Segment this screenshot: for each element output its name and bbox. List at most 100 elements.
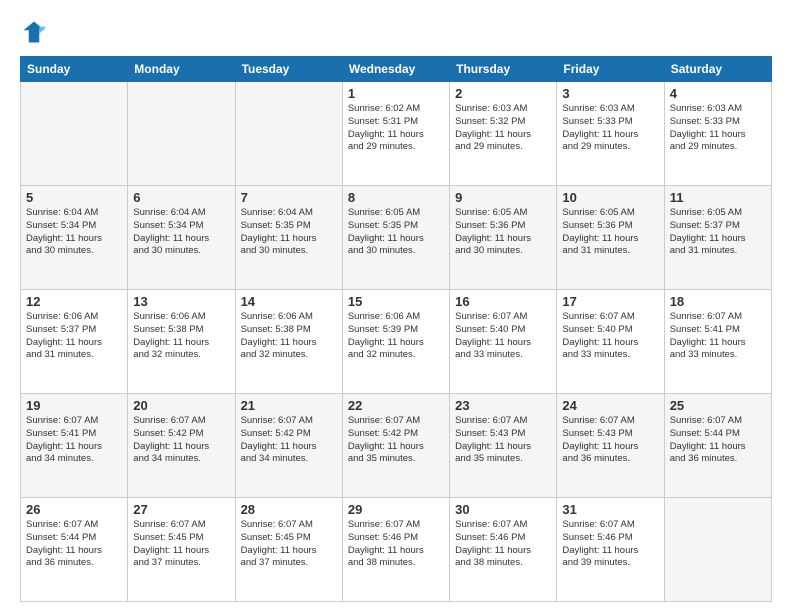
day-info: Sunrise: 6:06 AM Sunset: 5:38 PM Dayligh…: [133, 311, 229, 362]
day-number: 28: [241, 502, 337, 517]
calendar-header-row: SundayMondayTuesdayWednesdayThursdayFrid…: [21, 57, 772, 82]
day-number: 27: [133, 502, 229, 517]
day-info: Sunrise: 6:07 AM Sunset: 5:44 PM Dayligh…: [26, 519, 122, 570]
day-info: Sunrise: 6:07 AM Sunset: 5:40 PM Dayligh…: [455, 311, 551, 362]
day-number: 22: [348, 398, 444, 413]
day-info: Sunrise: 6:07 AM Sunset: 5:43 PM Dayligh…: [455, 415, 551, 466]
calendar-day-cell: 5Sunrise: 6:04 AM Sunset: 5:34 PM Daylig…: [21, 186, 128, 290]
day-of-week-header: Sunday: [21, 57, 128, 82]
day-info: Sunrise: 6:07 AM Sunset: 5:41 PM Dayligh…: [26, 415, 122, 466]
day-number: 4: [670, 86, 766, 101]
calendar-day-cell: [664, 498, 771, 602]
day-info: Sunrise: 6:04 AM Sunset: 5:34 PM Dayligh…: [26, 207, 122, 258]
logo-icon: [20, 18, 48, 46]
day-number: 19: [26, 398, 122, 413]
day-of-week-header: Friday: [557, 57, 664, 82]
day-number: 26: [26, 502, 122, 517]
day-number: 20: [133, 398, 229, 413]
calendar-day-cell: 9 Sunrise: 6:05 AM Sunset: 5:36 PM Daylig…: [450, 186, 557, 290]
day-info: Sunrise: 6:07 AM Sunset: 5:42 PM Dayligh…: [241, 415, 337, 466]
day-number: 24: [562, 398, 658, 413]
day-number: 9: [455, 190, 551, 205]
day-info: Sunrise: 6:07 AM Sunset: 5:44 PM Dayligh…: [670, 415, 766, 466]
day-info: Sunrise: 6:03 AM Sunset: 5:33 PM Dayligh…: [562, 103, 658, 154]
day-number: 25: [670, 398, 766, 413]
day-number: 16: [455, 294, 551, 309]
calendar-day-cell: 16 Sunrise: 6:07 AM Sunset: 5:40 PM Dayli…: [450, 290, 557, 394]
day-info: Sunrise: 6:06 AM Sunset: 5:38 PM Dayligh…: [241, 311, 337, 362]
calendar-week-row: 26 Sunrise: 6:07 AM Sunset: 5:44 PM Dayli…: [21, 498, 772, 602]
calendar-day-cell: 12Sunrise: 6:06 AM Sunset: 5:37 PM Dayli…: [21, 290, 128, 394]
calendar-week-row: 1Sunrise: 6:02 AM Sunset: 5:31 PM Daylig…: [21, 82, 772, 186]
calendar-day-cell: 22 Sunrise: 6:07 AM Sunset: 5:42 PM Dayli…: [342, 394, 449, 498]
day-number: 17: [562, 294, 658, 309]
calendar-day-cell: 24Sunrise: 6:07 AM Sunset: 5:43 PM Dayli…: [557, 394, 664, 498]
day-info: Sunrise: 6:07 AM Sunset: 5:41 PM Dayligh…: [670, 311, 766, 362]
calendar-day-cell: 31Sunrise: 6:07 AM Sunset: 5:46 PM Dayli…: [557, 498, 664, 602]
header: [20, 18, 772, 46]
calendar-day-cell: 19 Sunrise: 6:07 AM Sunset: 5:41 PM Dayli…: [21, 394, 128, 498]
calendar-day-cell: 18 Sunrise: 6:07 AM Sunset: 5:41 PM Dayli…: [664, 290, 771, 394]
day-number: 11: [670, 190, 766, 205]
calendar-day-cell: 11 Sunrise: 6:05 AM Sunset: 5:37 PM Dayli…: [664, 186, 771, 290]
day-of-week-header: Monday: [128, 57, 235, 82]
day-number: 18: [670, 294, 766, 309]
day-number: 7: [241, 190, 337, 205]
day-number: 2: [455, 86, 551, 101]
day-info: Sunrise: 6:04 AM Sunset: 5:35 PM Dayligh…: [241, 207, 337, 258]
day-number: 10: [562, 190, 658, 205]
day-info: Sunrise: 6:07 AM Sunset: 5:46 PM Dayligh…: [348, 519, 444, 570]
day-of-week-header: Wednesday: [342, 57, 449, 82]
calendar-day-cell: 13Sunrise: 6:06 AM Sunset: 5:38 PM Dayli…: [128, 290, 235, 394]
calendar-day-cell: 7 Sunrise: 6:04 AM Sunset: 5:35 PM Daylig…: [235, 186, 342, 290]
day-of-week-header: Tuesday: [235, 57, 342, 82]
day-info: Sunrise: 6:07 AM Sunset: 5:45 PM Dayligh…: [241, 519, 337, 570]
calendar-table: SundayMondayTuesdayWednesdayThursdayFrid…: [20, 56, 772, 602]
calendar-day-cell: 20 Sunrise: 6:07 AM Sunset: 5:42 PM Dayli…: [128, 394, 235, 498]
day-info: Sunrise: 6:07 AM Sunset: 5:46 PM Dayligh…: [455, 519, 551, 570]
day-number: 6: [133, 190, 229, 205]
day-info: Sunrise: 6:03 AM Sunset: 5:32 PM Dayligh…: [455, 103, 551, 154]
calendar-day-cell: 6 Sunrise: 6:04 AM Sunset: 5:34 PM Daylig…: [128, 186, 235, 290]
day-info: Sunrise: 6:07 AM Sunset: 5:40 PM Dayligh…: [562, 311, 658, 362]
day-of-week-header: Thursday: [450, 57, 557, 82]
calendar-day-cell: 21Sunrise: 6:07 AM Sunset: 5:42 PM Dayli…: [235, 394, 342, 498]
calendar-day-cell: 30 Sunrise: 6:07 AM Sunset: 5:46 PM Dayli…: [450, 498, 557, 602]
calendar-day-cell: 29 Sunrise: 6:07 AM Sunset: 5:46 PM Dayli…: [342, 498, 449, 602]
page: SundayMondayTuesdayWednesdayThursdayFrid…: [0, 0, 792, 612]
day-number: 30: [455, 502, 551, 517]
calendar-day-cell: 23 Sunrise: 6:07 AM Sunset: 5:43 PM Dayli…: [450, 394, 557, 498]
calendar-day-cell: 14Sunrise: 6:06 AM Sunset: 5:38 PM Dayli…: [235, 290, 342, 394]
calendar-day-cell: [235, 82, 342, 186]
day-info: Sunrise: 6:04 AM Sunset: 5:34 PM Dayligh…: [133, 207, 229, 258]
logo: [20, 18, 52, 46]
day-info: Sunrise: 6:07 AM Sunset: 5:46 PM Dayligh…: [562, 519, 658, 570]
day-info: Sunrise: 6:07 AM Sunset: 5:42 PM Dayligh…: [348, 415, 444, 466]
day-number: 3: [562, 86, 658, 101]
day-info: Sunrise: 6:05 AM Sunset: 5:36 PM Dayligh…: [455, 207, 551, 258]
day-number: 23: [455, 398, 551, 413]
day-info: Sunrise: 6:05 AM Sunset: 5:37 PM Dayligh…: [670, 207, 766, 258]
day-number: 29: [348, 502, 444, 517]
day-info: Sunrise: 6:06 AM Sunset: 5:39 PM Dayligh…: [348, 311, 444, 362]
calendar-week-row: 19 Sunrise: 6:07 AM Sunset: 5:41 PM Dayli…: [21, 394, 772, 498]
calendar-day-cell: 25 Sunrise: 6:07 AM Sunset: 5:44 PM Dayli…: [664, 394, 771, 498]
calendar-day-cell: 26 Sunrise: 6:07 AM Sunset: 5:44 PM Dayli…: [21, 498, 128, 602]
calendar-day-cell: [21, 82, 128, 186]
day-number: 12: [26, 294, 122, 309]
day-of-week-header: Saturday: [664, 57, 771, 82]
calendar-day-cell: [128, 82, 235, 186]
calendar-day-cell: 17 Sunrise: 6:07 AM Sunset: 5:40 PM Dayli…: [557, 290, 664, 394]
day-info: Sunrise: 6:05 AM Sunset: 5:36 PM Dayligh…: [562, 207, 658, 258]
calendar-day-cell: 8Sunrise: 6:05 AM Sunset: 5:35 PM Daylig…: [342, 186, 449, 290]
calendar-day-cell: 10 Sunrise: 6:05 AM Sunset: 5:36 PM Dayli…: [557, 186, 664, 290]
day-info: Sunrise: 6:07 AM Sunset: 5:42 PM Dayligh…: [133, 415, 229, 466]
day-number: 8: [348, 190, 444, 205]
calendar-day-cell: 27Sunrise: 6:07 AM Sunset: 5:45 PM Dayli…: [128, 498, 235, 602]
calendar-week-row: 5Sunrise: 6:04 AM Sunset: 5:34 PM Daylig…: [21, 186, 772, 290]
calendar-day-cell: 2 Sunrise: 6:03 AM Sunset: 5:32 PM Daylig…: [450, 82, 557, 186]
calendar-day-cell: 1Sunrise: 6:02 AM Sunset: 5:31 PM Daylig…: [342, 82, 449, 186]
day-info: Sunrise: 6:03 AM Sunset: 5:33 PM Dayligh…: [670, 103, 766, 154]
calendar-day-cell: 3 Sunrise: 6:03 AM Sunset: 5:33 PM Daylig…: [557, 82, 664, 186]
calendar-day-cell: 15Sunrise: 6:06 AM Sunset: 5:39 PM Dayli…: [342, 290, 449, 394]
